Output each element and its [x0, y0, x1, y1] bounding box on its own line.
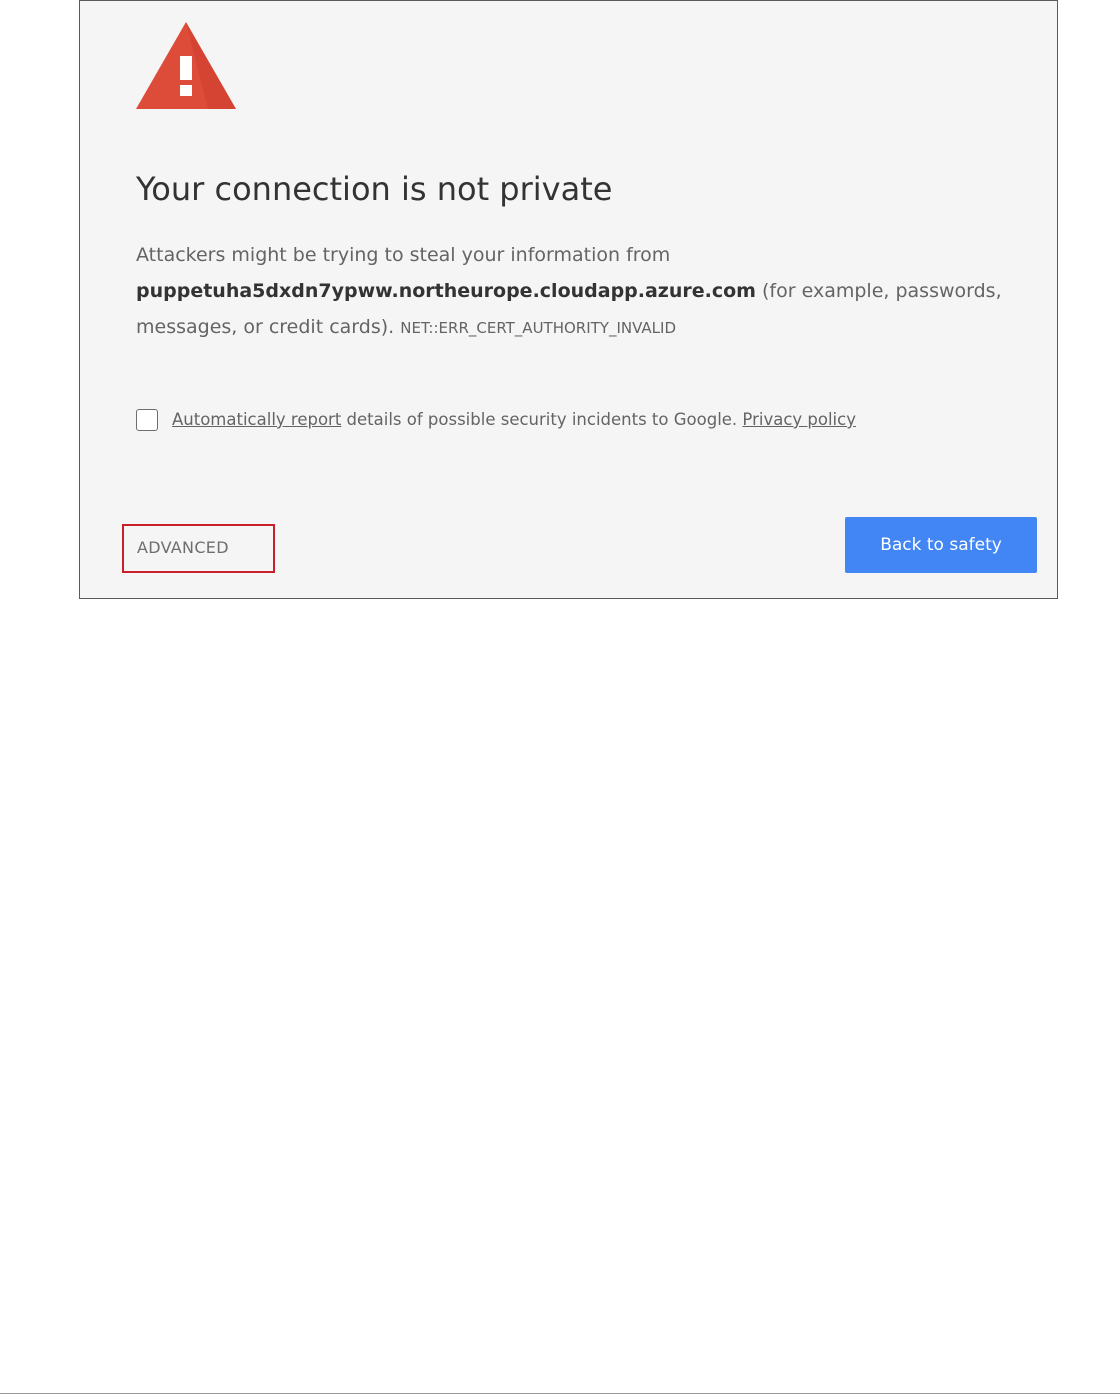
automatically-report-link[interactable]: Automatically report	[172, 410, 341, 429]
report-description: details of possible security incidents t…	[341, 410, 743, 429]
privacy-policy-link[interactable]: Privacy policy	[742, 410, 856, 429]
error-code[interactable]: NET::ERR_CERT_AUTHORITY_INVALID	[400, 319, 676, 337]
warning-triangle-icon	[136, 22, 236, 109]
error-message: Attackers might be trying to steal your …	[136, 237, 1016, 346]
advanced-button[interactable]: ADVANCED	[122, 524, 275, 573]
report-checkbox[interactable]	[136, 409, 158, 431]
report-text: Automatically report details of possible…	[172, 410, 856, 429]
back-to-safety-button[interactable]: Back to safety	[845, 517, 1037, 573]
site-hostname: puppetuha5dxdn7ypww.northeurope.cloudapp…	[136, 280, 756, 302]
divider	[0, 1393, 1120, 1394]
advanced-label: ADVANCED	[137, 538, 229, 557]
message-intro: Attackers might be trying to steal your …	[136, 244, 671, 266]
page-title: Your connection is not private	[136, 170, 613, 208]
